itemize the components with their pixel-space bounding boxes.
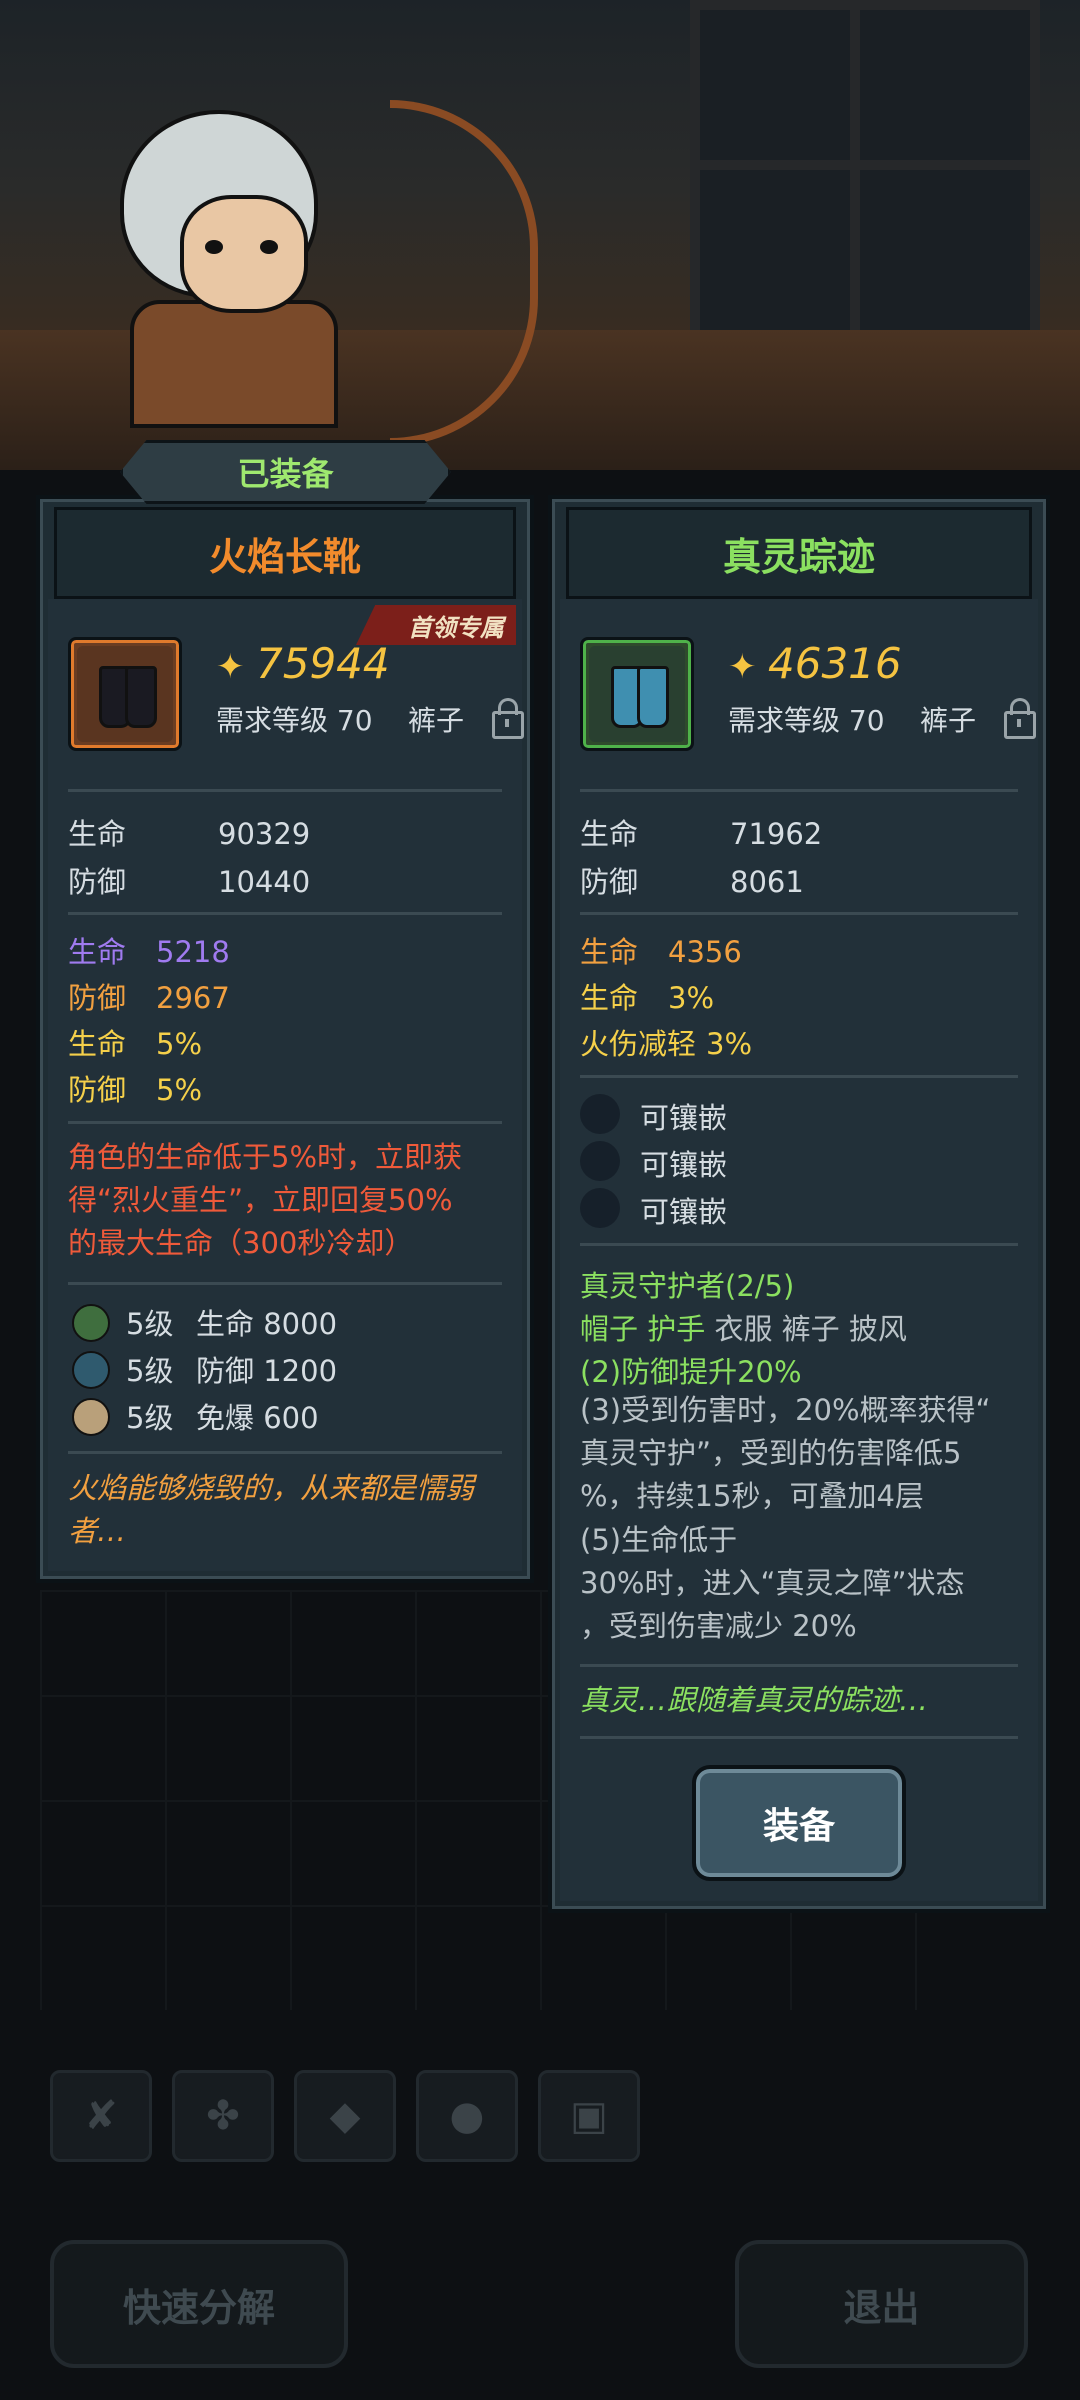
- socket-label: 可镶嵌: [640, 1195, 728, 1229]
- equipped-item-panel: 火焰长靴 首领专属 ✦ 75944 需求等级 70 裤子 生命 90329 防御 1…: [36, 495, 534, 1583]
- set-bonus-3: (3)受到伤害时，20%概率获得“ 真灵守护”，受到的伤害降低5 %，持续15秒…: [580, 1393, 991, 1513]
- gem-row: 5级 生命 8000: [126, 1307, 338, 1341]
- equip-button[interactable]: 装备: [692, 1765, 906, 1881]
- paw-icon[interactable]: ✤: [172, 2070, 274, 2162]
- extra-stat-row: 生命 5218: [68, 935, 230, 969]
- background-scene: [0, 0, 1080, 470]
- item-icon[interactable]: [68, 637, 182, 751]
- base-stat-row: 生命 90329: [68, 817, 311, 851]
- empty-socket-icon[interactable]: [580, 1094, 620, 1134]
- weapon-icon[interactable]: ✘: [50, 2070, 152, 2162]
- extra-stat-row: 防御 2967: [68, 981, 230, 1015]
- set-pieces: 帽子 护手 衣服 裤子 披风: [580, 1312, 907, 1346]
- base-stat-row: 生命 71962: [580, 817, 823, 851]
- required-level: 需求等级 70: [216, 704, 373, 737]
- item-title-bar: 火焰长靴: [54, 507, 516, 599]
- hat-gem-icon: [72, 1304, 110, 1342]
- set-bonus-5: (5)生命低于 30%时，进入“真灵之障”状态 ，受到伤害减少 20%: [580, 1523, 965, 1643]
- item-name: 火焰长靴: [208, 534, 361, 579]
- extra-stat-row: 火伤减轻 3%: [580, 1027, 753, 1061]
- chest-icon[interactable]: ▣: [538, 2070, 640, 2162]
- empty-socket-icon[interactable]: [580, 1188, 620, 1228]
- item-icon[interactable]: [580, 637, 694, 751]
- gem-row: 5级 免爆 600: [126, 1401, 319, 1435]
- lock-icon[interactable]: [492, 698, 524, 739]
- helmet-gem-icon: [72, 1351, 110, 1389]
- extra-stat-row: 生命 4356: [580, 935, 742, 969]
- socket-label: 可镶嵌: [640, 1148, 728, 1182]
- quick-decompose-button[interactable]: 快速分解: [50, 2240, 348, 2368]
- base-stat-row: 防御 8061: [580, 865, 804, 899]
- equipped-tab: 已装备: [120, 440, 451, 504]
- equip-button-label: 装备: [762, 1806, 835, 1847]
- flavor-text: 火焰能够烧毁的，从来都是懦弱 者…: [68, 1471, 475, 1548]
- base-stat-row: 防御 10440: [68, 865, 311, 899]
- extra-stat-row: 防御 5%: [68, 1073, 203, 1107]
- window-illustration: [690, 0, 1040, 350]
- empty-socket-icon[interactable]: [580, 1141, 620, 1181]
- power-value: 75944: [256, 639, 390, 688]
- power-icon: ✦: [216, 647, 245, 687]
- compare-item-panel: 真灵踪迹 ✦ 46316 需求等级 70 裤子 生命 71962 防御 8061 生…: [548, 495, 1050, 1913]
- stone-icon[interactable]: ●: [416, 2070, 518, 2162]
- item-title-bar: 真灵踪迹: [566, 507, 1032, 599]
- item-name: 真灵踪迹: [722, 534, 875, 579]
- equipped-label: 已装备: [237, 455, 334, 493]
- flavor-text: 真灵…跟随着真灵的踪迹…: [580, 1683, 929, 1717]
- skull-gem-icon: [72, 1398, 110, 1436]
- socket-label: 可镶嵌: [640, 1101, 728, 1135]
- hero-character: [110, 100, 338, 428]
- extra-stat-row: 生命 5%: [68, 1027, 203, 1061]
- gem-row: 5级 防御 1200: [126, 1354, 338, 1388]
- required-level: 需求等级 70: [728, 704, 885, 737]
- lock-icon[interactable]: [1004, 698, 1036, 739]
- exit-button[interactable]: 退出: [735, 2240, 1028, 2368]
- extra-stat-row: 生命 3%: [580, 981, 715, 1015]
- slot-type: 裤子: [408, 704, 465, 737]
- gem-icon[interactable]: ◆: [294, 2070, 396, 2162]
- power-value: 46316: [768, 639, 902, 688]
- boss-tag-label: 首领专属: [408, 613, 504, 642]
- set-name: 真灵守护者(2/5): [580, 1269, 795, 1303]
- power-icon: ✦: [728, 647, 757, 687]
- set-bonus-2: (2)防御提升20%: [580, 1355, 802, 1389]
- special-effect-text: 角色的生命低于5%时，立即获 得“烈火重生”，立即回复50% 的最大生命（300…: [68, 1140, 463, 1260]
- slot-type: 裤子: [920, 704, 977, 737]
